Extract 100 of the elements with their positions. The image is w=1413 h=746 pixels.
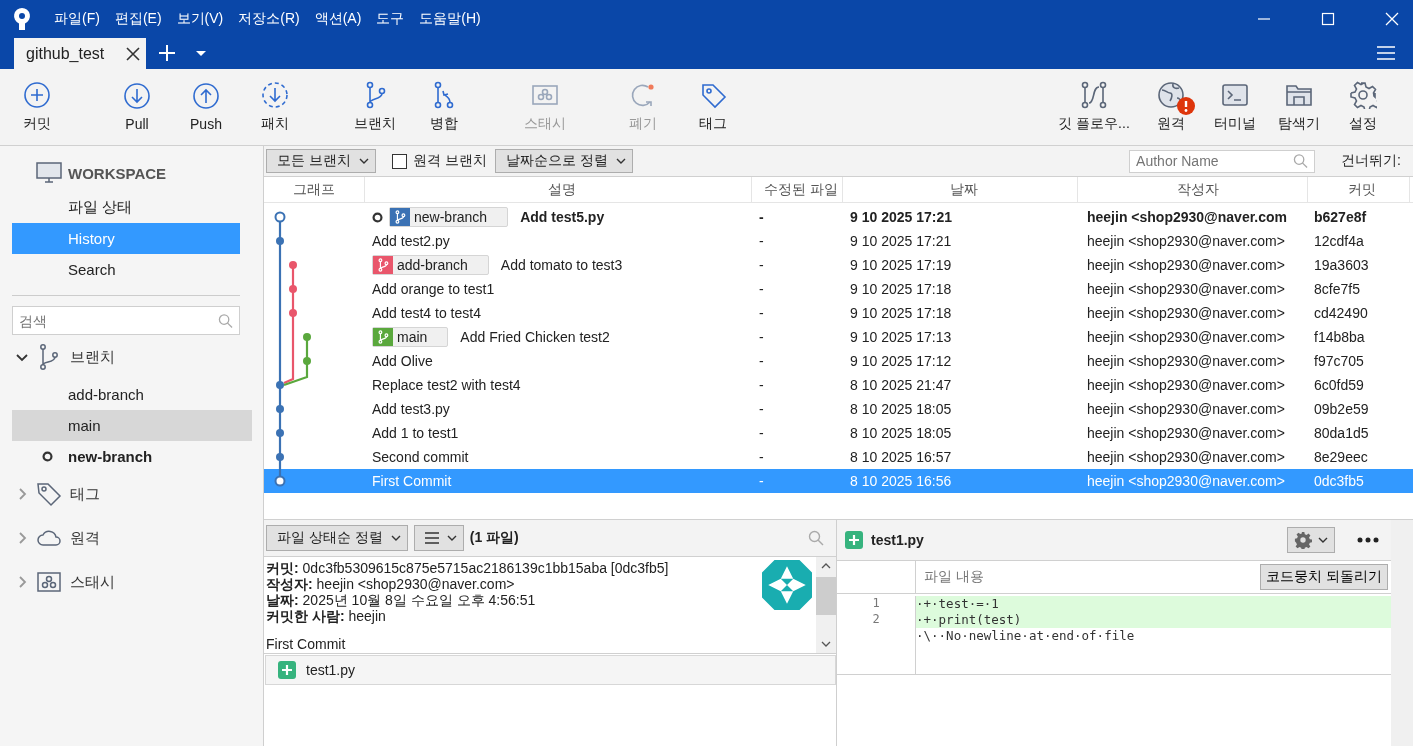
- repo-tab[interactable]: github_test: [14, 38, 147, 69]
- file-name: test1.py: [306, 662, 356, 678]
- commit-row[interactable]: Add 1 to test1 - 8 10 2025 18:05 heejin <shop2930@naver.com> 80da1d5: [264, 421, 1413, 445]
- scroll-up-icon[interactable]: [821, 563, 831, 569]
- checkbox-label[interactable]: 원격 브랜치: [412, 152, 487, 170]
- commit-node: [289, 309, 297, 317]
- search-icon: [218, 313, 233, 328]
- menu-item[interactable]: 파일(F): [54, 10, 100, 28]
- sort-dropdown[interactable]: 날짜순으로 정렬: [494, 149, 633, 173]
- toolbar-button[interactable]: Pull: [105, 82, 169, 132]
- caret-icon: [446, 535, 457, 541]
- branch-tag[interactable]: add-branch: [372, 255, 489, 275]
- table-cell-text: 9 10 2025 17:12: [849, 352, 953, 371]
- menu-item[interactable]: 액션(A): [314, 10, 362, 28]
- search-field[interactable]: 검색: [12, 306, 240, 335]
- column-header[interactable]: 커밋: [1308, 177, 1410, 202]
- branch-item[interactable]: main: [12, 410, 252, 441]
- table-cell-text: heejin <shop2930@naver.com>: [1086, 280, 1286, 299]
- file-sort-dropdown[interactable]: 파일 상태순 정렬: [266, 525, 408, 551]
- toolbar-button[interactable]: 설정: [1331, 81, 1395, 133]
- caret-icon[interactable]: [196, 51, 207, 57]
- commit-detail: 날짜: 2025년 10월 8일 수요일 오후 4:56:51: [266, 592, 537, 608]
- table-cell-text: heejin <shop2930@naver.com>: [1086, 232, 1286, 251]
- section-label[interactable]: 브랜치: [70, 347, 115, 367]
- commit-row[interactable]: Add orange to test1 - 9 10 2025 17:18 heejin <shop2930@naver.com> 8cfe7f5: [264, 277, 1413, 301]
- table-cell-text: 8e29eec: [1313, 448, 1369, 467]
- commit-row[interactable]: add-branch Add tomato to test3 - 9 10 2025 17:19 heejin <shop2930@naver.com> 19a3603: [264, 253, 1413, 277]
- commit-row[interactable]: Add test2.py - 9 10 2025 17:21 heejin <shop2930@naver.com> 12cdf4a: [264, 229, 1413, 253]
- toolbar-button[interactable]: 깃 플로우...: [1049, 81, 1139, 133]
- column-header[interactable]: 설명: [365, 177, 752, 202]
- plus-icon[interactable]: [158, 44, 177, 62]
- revert-hunk-button[interactable]: 코드뭉치 되돌리기: [1260, 564, 1388, 590]
- sidebar-item[interactable]: 파일 상태: [12, 192, 240, 223]
- checkbox[interactable]: [391, 153, 407, 169]
- maximize-icon[interactable]: [1321, 12, 1335, 26]
- table-cell-text: heejin <shop2930@naver.com>: [1086, 400, 1286, 419]
- close-icon[interactable]: [126, 46, 141, 61]
- table-cell-text: 8 10 2025 18:05: [849, 400, 953, 419]
- toolbar-button[interactable]: 원격: [1139, 81, 1203, 133]
- branch-tag[interactable]: new-branch: [389, 207, 509, 227]
- commit-description: Add 1 to test1: [372, 425, 459, 441]
- commit-row[interactable]: Add Olive - 9 10 2025 17:12 heejin <shop2930@naver.com> f97c705: [264, 349, 1413, 373]
- section-label[interactable]: 스태시: [70, 572, 115, 592]
- column-header[interactable]: 수정된 파일: [752, 177, 843, 202]
- commit-description: First Commit: [372, 473, 452, 489]
- commit-detail: 커밋한 사람: heejin: [266, 608, 387, 624]
- commit-row[interactable]: Add test4 to test4 - 9 10 2025 17:18 heejin <shop2930@naver.com> cd42490: [264, 301, 1413, 325]
- current-commit-icon: [372, 211, 383, 223]
- table-cell-text: 9 10 2025 17:19: [849, 256, 953, 275]
- table-cell-text: -: [758, 400, 765, 419]
- chevron-down-icon[interactable]: [16, 351, 28, 363]
- column-header[interactable]: 날짜: [843, 177, 1078, 202]
- scroll-down-icon[interactable]: [821, 641, 831, 647]
- toolbar-button[interactable]: 탐색기: [1267, 81, 1331, 133]
- toolbar-button[interactable]: 브랜치: [343, 81, 407, 133]
- commit-row[interactable]: main Add Fried Chicken test2 - 9 10 2025 17:13 heejin <shop2930@naver.com> f14b8ba: [264, 325, 1413, 349]
- line-number: 2: [872, 612, 880, 628]
- branch-item[interactable]: add-branch: [12, 379, 240, 410]
- menu-item[interactable]: 편집(E): [114, 10, 162, 28]
- chevron-right-icon[interactable]: [16, 488, 28, 500]
- menu-icon[interactable]: [1377, 46, 1395, 60]
- toolbar-button[interactable]: 태그: [681, 81, 745, 133]
- settings-dropdown[interactable]: [1287, 527, 1335, 553]
- more-icon[interactable]: [1357, 537, 1379, 543]
- chevron-right-icon[interactable]: [16, 576, 28, 588]
- caret-icon: [390, 535, 401, 541]
- column-header[interactable]: 작성자: [1078, 177, 1308, 202]
- table-cell-text: 8 10 2025 16:57: [849, 448, 953, 467]
- chevron-right-icon[interactable]: [16, 532, 28, 544]
- commit-row[interactable]: Add test3.py - 8 10 2025 18:05 heejin <shop2930@naver.com> 09b2e59: [264, 397, 1413, 421]
- section-label[interactable]: 태그: [70, 484, 100, 504]
- commit-row[interactable]: new-branch Add test5.py - 9 10 2025 17:21 heejin <shop2930@naver.com b627e8f: [264, 205, 1413, 229]
- branch-item[interactable]: new-branch: [12, 441, 240, 472]
- commit-row[interactable]: Second commit - 8 10 2025 16:57 heejin <shop2930@naver.com> 8e29eec: [264, 445, 1413, 469]
- table-cell-text: b627e8f: [1313, 208, 1368, 227]
- sidebar-item[interactable]: Search: [12, 254, 240, 285]
- settings-icon: [1349, 81, 1377, 109]
- toolbar-button[interactable]: 패치: [243, 81, 307, 133]
- branch-filter-dropdown[interactable]: 모든 브랜치: [266, 149, 376, 173]
- commit-description: Add test5.py: [520, 209, 605, 225]
- commit-node: [303, 357, 311, 365]
- branch-tag[interactable]: main: [372, 327, 449, 347]
- scrollbar[interactable]: [816, 557, 836, 653]
- current-branch-icon: [42, 451, 53, 462]
- menu-item[interactable]: 보기(V): [176, 10, 224, 28]
- section-label[interactable]: 원격: [70, 528, 100, 548]
- table-cell-text: -: [758, 376, 765, 395]
- commit-node: [274, 475, 286, 487]
- author-search-field[interactable]: Author Name: [1129, 149, 1316, 173]
- toolbar-button[interactable]: 커밋: [5, 81, 69, 133]
- view-mode-dropdown[interactable]: [413, 525, 464, 551]
- commit-row[interactable]: Replace test2 with test4 - 8 10 2025 21:47 heejin <shop2930@naver.com> 6c0fd59: [264, 373, 1413, 397]
- toolbar-button[interactable]: 병합: [412, 81, 476, 133]
- toolbar-button[interactable]: 터미널: [1203, 81, 1267, 133]
- menu-item[interactable]: 도움말(H): [419, 10, 481, 28]
- column-header[interactable]: 그래프: [264, 177, 365, 202]
- menu-item[interactable]: 도구: [376, 10, 405, 28]
- file-row[interactable]: test1.py: [265, 655, 836, 685]
- toolbar-button[interactable]: Push: [174, 82, 238, 132]
- menu-item[interactable]: 저장소(R): [238, 10, 300, 28]
